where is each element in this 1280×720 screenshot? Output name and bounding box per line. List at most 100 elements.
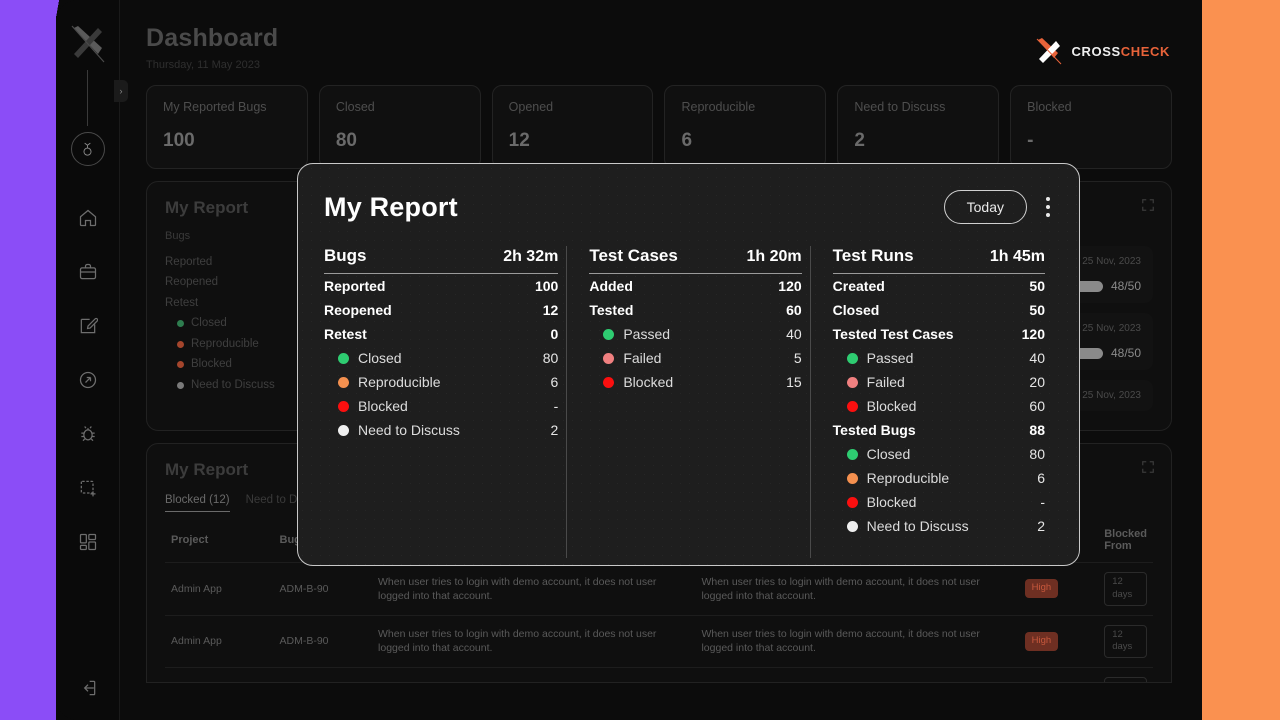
metric-label: Tested Bugs	[832, 422, 916, 438]
metric-value: 6	[1037, 470, 1045, 486]
metric-row: Reproducible 6	[324, 370, 558, 394]
metric-row: Passed 40	[833, 346, 1045, 370]
metric-label: Passed	[866, 350, 914, 366]
status-dot-green	[338, 352, 349, 364]
metric-value: 5	[793, 350, 802, 366]
status-dot-white	[338, 424, 349, 436]
metric-label: Added	[589, 278, 633, 294]
metric-label: Blocked	[866, 398, 917, 414]
status-dot-orange	[338, 376, 349, 388]
status-dot-green	[603, 328, 615, 340]
column-name: Test Cases	[589, 246, 678, 265]
metric-label: Need to Discuss	[866, 518, 969, 534]
modal-column-bugs: Bugs 2h 32m Reported 100 Reopened 12 Retes…	[324, 246, 566, 558]
modal-columns: Bugs 2h 32m Reported 100 Reopened 12 Retes…	[324, 246, 1053, 558]
metric-row: Need to Discuss 2	[324, 418, 558, 442]
app-window: › Dashboard Thursday, 11 May 2023 CROSSC…	[56, 0, 1202, 720]
modal-actions: Today	[943, 190, 1053, 224]
metric-label: Retest	[324, 326, 367, 342]
modal-overlay: My Report Today Bugs 2h 32m Reported 100 …	[56, 0, 1202, 720]
status-dot-green	[846, 448, 858, 460]
modal-column-test-runs: Test Runs 1h 45m Created 50 Closed 50 Test…	[809, 246, 1053, 558]
column-time: 1h 20m	[746, 248, 802, 265]
status-dot-pink	[846, 376, 858, 388]
metric-value: 12	[542, 302, 559, 318]
status-dot-pink	[603, 352, 615, 364]
modal-column-test-cases: Test Cases 1h 20m Added 120 Tested 60 Pass…	[566, 246, 809, 558]
metric-label: Tested Test Cases	[832, 326, 954, 342]
status-dot-white	[846, 520, 858, 532]
metric-value: 50	[1029, 302, 1045, 318]
metric-value: 120	[1021, 326, 1045, 342]
metric-row: Tested Bugs 88	[833, 418, 1045, 442]
right-gradient-edge	[1202, 0, 1280, 720]
metric-label: Closed	[358, 350, 402, 366]
metric-row: Created 50	[833, 274, 1045, 298]
status-dot-orange	[846, 472, 858, 484]
metric-row: Closed 50	[833, 298, 1045, 322]
metric-row: Reproducible 6	[833, 466, 1045, 490]
metric-label: Reopened	[324, 302, 392, 318]
metric-value: 40	[1029, 350, 1045, 366]
metric-label: Failed	[866, 374, 905, 390]
status-dot-green	[846, 352, 858, 364]
column-name: Test Runs	[832, 246, 914, 265]
column-time: 2h 32m	[503, 248, 559, 265]
metric-label: Tested	[589, 302, 634, 318]
metric-row: Need to Discuss 2	[833, 514, 1045, 538]
status-dot-red	[338, 400, 349, 412]
metric-label: Passed	[623, 326, 671, 342]
metric-label: Closed	[866, 446, 911, 462]
metric-value: 88	[1029, 422, 1045, 438]
status-dot-red	[846, 496, 858, 508]
metric-label: Reported	[324, 278, 386, 294]
metric-row: Reported 100	[324, 274, 558, 298]
metric-value: 60	[786, 302, 802, 318]
metric-value: 80	[542, 350, 559, 366]
metric-label: Blocked	[358, 398, 408, 414]
metric-row: Failed 5	[589, 346, 802, 370]
metric-value: 2	[550, 422, 559, 438]
metric-value: 20	[1029, 374, 1045, 390]
modal-title: My Report	[324, 191, 458, 222]
metric-value: 50	[1029, 278, 1045, 294]
metric-label: Failed	[623, 350, 662, 366]
metric-value: 6	[550, 374, 559, 390]
metric-label: Reproducible	[866, 470, 950, 486]
metric-value: 80	[1029, 446, 1045, 462]
column-header: Test Runs 1h 45m	[832, 246, 1045, 274]
kebab-menu-icon[interactable]	[1043, 194, 1053, 220]
modal-header: My Report Today	[324, 190, 1053, 224]
metric-value: 60	[1029, 398, 1045, 414]
metric-row: Blocked 60	[833, 394, 1045, 418]
column-header: Bugs 2h 32m	[324, 246, 559, 274]
metric-value: 40	[786, 326, 802, 342]
metric-value: 15	[786, 374, 802, 390]
metric-row: Added 120	[589, 274, 801, 298]
metric-row: Blocked -	[833, 490, 1045, 514]
metric-row: Retest 0	[324, 322, 558, 346]
metric-label: Need to Discuss	[358, 422, 460, 438]
metric-row: Blocked -	[324, 394, 558, 418]
metric-value: 120	[778, 278, 802, 294]
metric-label: Created	[832, 278, 885, 294]
metric-row: Closed 80	[324, 346, 558, 370]
metric-label: Blocked	[866, 494, 917, 510]
metric-value: -	[1040, 494, 1045, 510]
metric-row: Failed 20	[833, 370, 1045, 394]
metric-label: Blocked	[623, 374, 674, 390]
metric-row: Blocked 15	[589, 370, 802, 394]
metric-row: Tested 60	[589, 298, 801, 322]
today-button[interactable]: Today	[943, 190, 1027, 224]
metric-label: Closed	[832, 302, 880, 318]
metric-value: 0	[550, 326, 559, 342]
metric-label: Reproducible	[358, 374, 441, 390]
metric-row: Closed 80	[833, 442, 1045, 466]
my-report-modal: My Report Today Bugs 2h 32m Reported 100 …	[297, 163, 1080, 566]
status-dot-red	[846, 400, 858, 412]
metric-row: Passed 40	[589, 322, 802, 346]
column-name: Bugs	[324, 246, 367, 265]
column-time: 1h 45m	[989, 248, 1045, 265]
metric-value: -	[553, 398, 559, 414]
status-dot-red	[603, 376, 615, 388]
